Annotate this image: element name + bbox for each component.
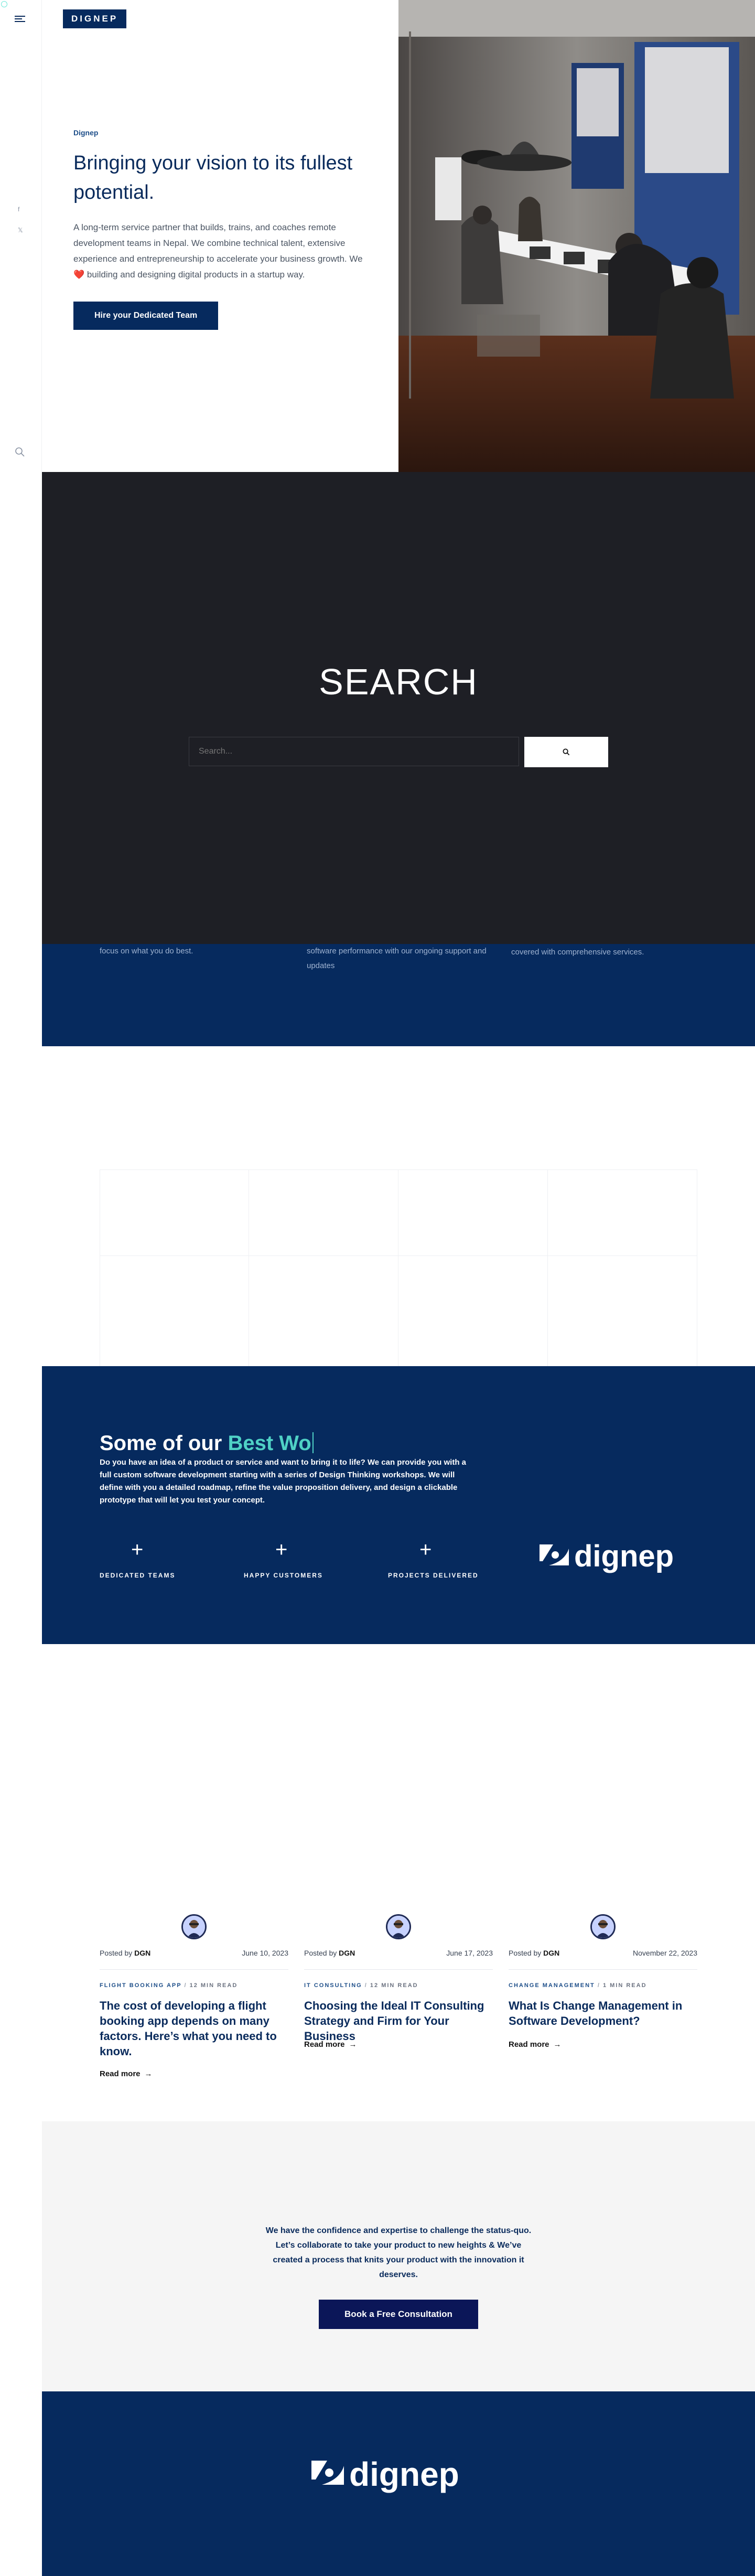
logo-cell — [548, 1256, 697, 1366]
logo-cell — [249, 1256, 398, 1366]
avatar — [386, 1914, 411, 1939]
post-date: June 10, 2023 — [242, 1949, 288, 1957]
read-time: 12 MIN READ — [189, 1982, 238, 1989]
best-work-description: Do you have an idea of a product or serv… — [100, 1458, 466, 1505]
menu-icon[interactable] — [15, 16, 25, 23]
read-time: 1 MIN READ — [602, 1982, 647, 1989]
arrow-right-icon: → — [349, 2040, 357, 2049]
stat-plus: + — [275, 1538, 288, 1561]
arrow-right-icon: → — [553, 2040, 562, 2049]
post-date: November 22, 2023 — [633, 1949, 697, 1957]
post-author[interactable]: DGN — [134, 1949, 150, 1957]
avatar — [590, 1914, 616, 1939]
logo-cell — [100, 1256, 249, 1366]
hero-description: A long-term service partner that builds,… — [73, 220, 372, 283]
cursor-indicator — [1, 1, 7, 7]
post-date: June 17, 2023 — [446, 1949, 493, 1957]
post-category: CHANGE MANAGEMENT / 1 MIN READ — [509, 1982, 647, 1989]
read-more-link[interactable]: Read more → — [304, 2040, 357, 2049]
category-label[interactable]: CHANGE MANAGEMENT — [509, 1982, 595, 1989]
search-submit-button[interactable] — [524, 737, 608, 767]
cta-text: We have the confidence and expertise to … — [265, 2226, 532, 2279]
posted-by-label: Posted by — [304, 1949, 337, 1957]
hero-description-text-end: building and designing digital products … — [84, 270, 305, 280]
hero-content: Dignep Bringing your vision to its fulle… — [73, 128, 372, 330]
avatar — [181, 1914, 207, 1939]
read-more-link[interactable]: Read more → — [100, 2069, 153, 2078]
post-title[interactable]: Choosing the Ideal IT Consulting Strateg… — [304, 1998, 493, 2044]
blog-section: Posted by DGN June 10, 2023 FLIGHT BOOKI… — [42, 1644, 755, 2121]
post-meta: Posted by DGN November 22, 2023 — [509, 1949, 697, 1970]
left-rail: f 𝕏 — [0, 0, 42, 472]
best-work-section: Some of our Best Wo Do you have an idea … — [42, 1366, 755, 1644]
post-author[interactable]: DGN — [543, 1949, 559, 1957]
twitter-icon[interactable]: 𝕏 — [18, 227, 23, 234]
stat-projects-delivered: + PROJECTS DELIVERED — [388, 1539, 524, 1579]
arrow-right-icon: → — [144, 2069, 153, 2078]
logo-wordmark: dignep — [349, 2455, 459, 2493]
dignep-logo[interactable]: dignep — [309, 2449, 482, 2496]
hero-title: Bringing your vision to its fullest pote… — [73, 152, 353, 203]
stat-plus: + — [131, 1538, 144, 1561]
client-logo-grid — [100, 1169, 697, 1366]
best-work-title-accent: Best Wo — [228, 1432, 311, 1455]
read-more-label: Read more — [304, 2040, 345, 2049]
post-meta: Posted by DGN June 10, 2023 — [100, 1949, 288, 1970]
cta-section: We have the confidence and expertise to … — [42, 2121, 755, 2391]
service-text: focus on what you do best. — [100, 947, 193, 956]
hero-eyebrow: Dignep — [73, 128, 99, 137]
typing-cursor — [312, 1432, 314, 1453]
post-title[interactable]: What Is Change Management in Software De… — [509, 1998, 697, 2028]
stat-label: PROJECTS DELIVERED — [388, 1572, 479, 1579]
services-section: focus on what you do best. software perf… — [42, 944, 755, 1046]
stat-label: DEDICATED TEAMS — [100, 1572, 176, 1579]
posted-by-label: Posted by — [509, 1949, 542, 1957]
facebook-icon[interactable]: f — [18, 206, 19, 213]
best-work-title-text: Some of our — [100, 1432, 228, 1455]
logo-wordmark: dignep — [574, 1539, 674, 1573]
read-more-label: Read more — [509, 2040, 549, 2049]
footer: dignep — [42, 2391, 755, 2576]
read-more-link[interactable]: Read more → — [509, 2040, 562, 2049]
hero-photo — [398, 0, 755, 472]
read-time: 12 MIN READ — [370, 1982, 418, 1989]
search-input[interactable] — [189, 737, 519, 766]
post-title[interactable]: The cost of developing a flight booking … — [100, 1998, 288, 2059]
heart-icon: ❤️ — [73, 270, 85, 280]
search-icon[interactable] — [15, 447, 25, 457]
stat-label: HAPPY CUSTOMERS — [244, 1572, 323, 1579]
read-more-label: Read more — [100, 2069, 141, 2078]
category-label[interactable]: IT CONSULTING — [304, 1982, 362, 1989]
logo-cell — [398, 1256, 548, 1366]
stat-plus: + — [419, 1538, 432, 1561]
hero-description-text: A long-term service partner that builds,… — [73, 222, 363, 264]
dignep-logo: dignep — [540, 1539, 674, 1573]
hero-section: DIGNEP Dignep Bringing your vision to it… — [42, 0, 755, 472]
hire-team-button[interactable]: Hire your Dedicated Team — [73, 302, 219, 330]
stat-happy-customers: + HAPPY CUSTOMERS — [244, 1539, 380, 1579]
logo-cell — [249, 1169, 398, 1256]
stat-dedicated-teams: + DEDICATED TEAMS — [100, 1539, 236, 1579]
posted-by-label: Posted by — [100, 1949, 133, 1957]
page: f 𝕏 DIGNEP Dignep Bringing your vision t… — [0, 0, 755, 2576]
service-text: software performance with our ongoing su… — [307, 947, 487, 970]
logo-cell — [398, 1169, 548, 1256]
post-meta: Posted by DGN June 17, 2023 — [304, 1949, 493, 1970]
best-work-title: Some of our Best Wo — [100, 1432, 314, 1455]
book-consultation-button[interactable]: Book a Free Consultation — [319, 2300, 478, 2329]
service-text: covered with comprehensive services. — [511, 948, 644, 957]
logo-cell — [100, 1169, 249, 1256]
search-icon — [563, 748, 570, 756]
post-author[interactable]: DGN — [339, 1949, 355, 1957]
search-title: SEARCH — [319, 661, 478, 702]
search-overlay: SEARCH — [42, 472, 755, 944]
post-category: FLIGHT BOOKING APP / 12 MIN READ — [100, 1982, 238, 1989]
logo-cell — [548, 1169, 697, 1256]
post-category: IT CONSULTING / 12 MIN READ — [304, 1982, 418, 1989]
brand-logo[interactable]: DIGNEP — [63, 9, 127, 28]
category-label[interactable]: FLIGHT BOOKING APP — [100, 1982, 181, 1989]
